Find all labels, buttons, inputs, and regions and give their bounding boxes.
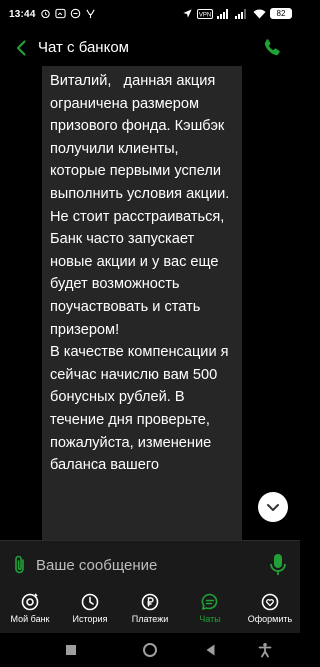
tab-history[interactable]: История xyxy=(60,592,120,632)
wifi-icon xyxy=(253,9,266,18)
signal-icon xyxy=(235,8,246,19)
message-text: Виталий, данная акция ограничена размеро… xyxy=(50,73,230,474)
page-title: Чат с банком xyxy=(38,39,129,56)
tab-payments[interactable]: Платежи xyxy=(120,592,180,632)
home-nav-icon[interactable] xyxy=(142,642,158,658)
tab-label: Мой банк xyxy=(10,614,50,624)
app-icon xyxy=(55,8,66,19)
status-bar: 13:44 VPN 82 xyxy=(0,0,300,30)
phone-icon[interactable] xyxy=(260,36,284,60)
bottom-tab-bar: Мой банк История Платежи Чаты Оформить xyxy=(0,588,300,633)
message-input[interactable] xyxy=(36,552,256,578)
svg-text:VPN: VPN xyxy=(199,12,211,18)
accessibility-icon[interactable] xyxy=(257,642,273,658)
back-nav-icon[interactable] xyxy=(203,642,219,658)
system-nav-bar xyxy=(0,633,300,667)
do-not-disturb-icon xyxy=(70,8,81,19)
tab-my-bank[interactable]: Мой банк xyxy=(0,592,60,632)
status-right-icons: VPN 82 xyxy=(182,8,292,19)
home-icon xyxy=(21,593,39,611)
status-left-icons xyxy=(40,8,96,19)
composer xyxy=(0,540,300,588)
battery-icon: 82 xyxy=(270,8,292,19)
chevron-down-icon xyxy=(267,504,279,511)
message-bubble: Виталий, данная акция ограничена размеро… xyxy=(42,66,242,540)
tab-label: История xyxy=(72,614,108,624)
tab-apply[interactable]: Оформить xyxy=(240,592,300,632)
location-icon xyxy=(183,9,192,18)
chat-icon xyxy=(201,593,218,610)
heart-icon xyxy=(261,593,279,611)
clock-icon xyxy=(81,593,99,611)
ruble-icon xyxy=(141,593,159,611)
chat-header: Чат с банком xyxy=(0,30,300,66)
chat-area[interactable]: Виталий, данная акция ограничена размеро… xyxy=(0,66,300,540)
signal-arrow-icon xyxy=(86,9,95,19)
chevron-left-icon[interactable] xyxy=(10,36,34,60)
scroll-down-button[interactable] xyxy=(258,492,288,522)
alarm-icon xyxy=(41,9,50,19)
battery-level: 82 xyxy=(276,9,286,18)
tab-label: Оформить xyxy=(247,614,293,624)
tab-label: Платежи xyxy=(131,614,169,624)
tab-label: Чаты xyxy=(199,614,221,624)
paperclip-icon[interactable] xyxy=(10,554,30,576)
status-time: 13:44 xyxy=(9,9,36,20)
vpn-icon: VPN xyxy=(197,8,213,19)
recents-icon[interactable] xyxy=(63,642,79,658)
tab-chats[interactable]: Чаты xyxy=(180,592,240,632)
signal-icon xyxy=(217,8,228,19)
microphone-icon[interactable] xyxy=(268,553,288,577)
